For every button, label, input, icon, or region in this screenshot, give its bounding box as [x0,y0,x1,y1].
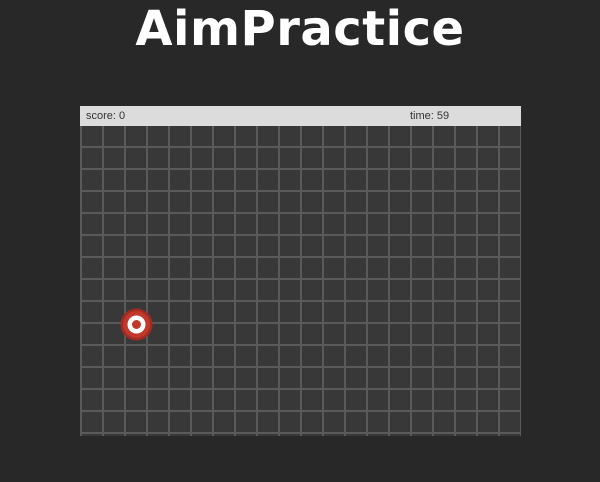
aim-practice-app: AimPractice score: 0 time: 59 [0,0,600,482]
bullseye-target-icon[interactable] [120,308,153,341]
game-board: score: 0 time: 59 [80,106,521,436]
hud-bar: score: 0 time: 59 [80,106,521,126]
time-readout: time: 59 [410,110,450,122]
page-title: AimPractice [135,1,465,57]
play-area-grid[interactable] [80,126,521,436]
score-readout: score: 0 [86,110,126,122]
